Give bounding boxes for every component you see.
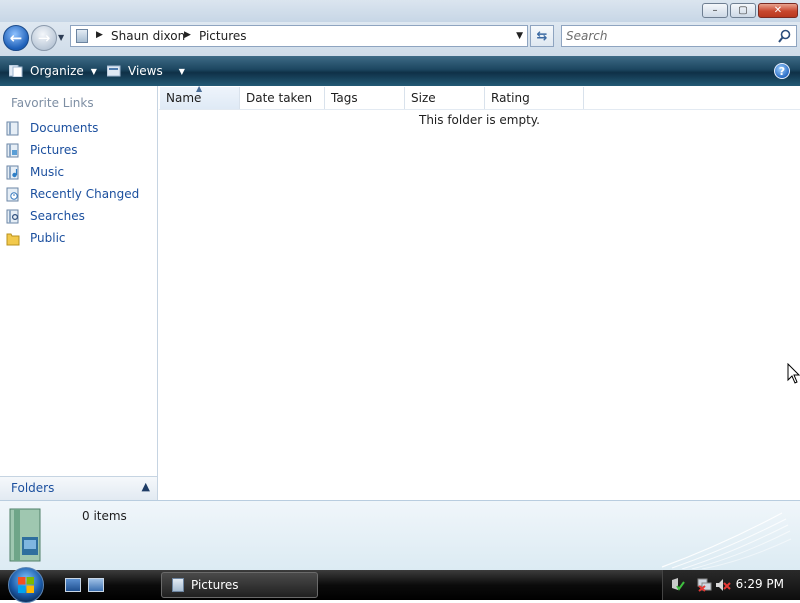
chevron-down-icon: ▼ [178,66,185,76]
address-row: ← → ▼ ▶ Shaun dixon ▶ Pictures ▼ ⇆ [0,22,800,56]
music-icon [6,165,19,179]
taskbar: Pictures 6:29 PM [0,567,800,603]
nav-item-label: Public [30,231,66,245]
breadcrumb-shaun-dixon[interactable]: Shaun dixon [111,29,185,43]
nav-item-label: Recently Changed [30,187,140,201]
search-box[interactable] [561,25,797,47]
views-button[interactable]: Views ▼ [107,56,185,86]
maximize-button[interactable]: ▢ [730,3,756,18]
window-title-bar: – ▢ ✕ [0,0,800,22]
switch-windows-icon[interactable] [88,578,104,592]
decorative-swoosh [661,512,792,569]
nav-item-label: Documents [30,121,99,135]
chevron-up-icon: ▲ [141,480,150,493]
chevron-down-icon: ▼ [90,66,97,76]
column-header-rating[interactable]: Rating [485,87,584,109]
address-bar[interactable]: ▶ Shaun dixon ▶ Pictures ▼ [70,25,528,47]
header-divider [159,109,800,110]
windows-logo-icon [18,577,34,593]
organize-icon [9,65,23,77]
nav-item-label: Pictures [30,143,78,157]
details-pane: 0 items [0,500,800,570]
organize-label: Organize [30,64,84,78]
minimize-button[interactable]: – [702,3,728,18]
empty-folder-message: This folder is empty. [419,113,540,127]
nav-item-searches[interactable]: Searches [6,206,85,226]
clock[interactable]: 6:29 PM [736,577,784,591]
sort-ascending-icon: ▲ [196,84,203,93]
close-button[interactable]: ✕ [758,3,798,18]
column-header-label: Rating [491,91,530,105]
organize-button[interactable]: Organize ▼ [9,56,97,86]
forward-arrow-icon: → [37,29,51,47]
nav-item-public[interactable]: Public [6,228,66,248]
column-header-size[interactable]: Size [405,87,485,109]
nav-item-label: Music [30,165,65,179]
column-header-tags[interactable]: Tags [325,87,405,109]
pictures-icon [6,143,19,157]
views-label: Views [128,64,163,78]
folders-toggle[interactable]: Folders ▲ [0,476,158,500]
taskbar-button-pictures[interactable]: Pictures [161,572,318,598]
column-header-date-taken[interactable]: Date taken [240,87,325,109]
window-controls: – ▢ ✕ [702,3,798,18]
help-button[interactable]: ? [774,63,790,79]
column-header-name[interactable]: ▲ Name [160,84,240,109]
back-button[interactable]: ← [3,25,29,51]
folder-icon [172,578,184,592]
folder-icon [76,29,88,43]
command-toolbar: Organize ▼ Views ▼ ? [0,56,800,86]
refresh-button[interactable]: ⇆ [530,25,554,47]
column-header-label: Size [411,91,436,105]
column-header-label: Tags [331,91,358,105]
network-icon[interactable] [697,577,713,593]
recently-changed-icon [6,187,19,201]
nav-item-label: Searches [30,209,85,223]
item-count: 0 items [82,509,127,523]
volume-muted-icon[interactable] [715,577,731,593]
file-list-pane: ▲ Name Date taken Tags Size Rating This … [159,84,800,500]
nav-item-documents[interactable]: Documents [6,118,98,138]
column-header-label: Date taken [246,91,313,105]
search-input[interactable] [566,28,766,44]
breadcrumb-separator-icon[interactable]: ▶ [184,30,191,40]
favorite-links-header: Favorite Links [11,96,94,110]
recent-pages-dropdown-icon[interactable]: ▼ [58,33,64,42]
nav-item-recently-changed[interactable]: Recently Changed [6,184,139,204]
show-desktop-icon[interactable] [65,578,81,592]
pictures-folder-large-icon [9,508,41,562]
nav-item-pictures[interactable]: Pictures [6,140,78,160]
breadcrumb-separator-icon[interactable]: ▶ [96,30,103,40]
start-button[interactable] [8,567,44,603]
column-header-label: Name [166,91,202,105]
mouse-cursor-icon [787,363,800,384]
taskbar-button-label: Pictures [191,578,239,592]
nav-item-music[interactable]: Music [6,162,64,182]
documents-icon [6,121,19,135]
searches-icon [6,209,19,223]
search-icon[interactable] [778,29,791,43]
security-shield-icon[interactable] [669,577,685,593]
refresh-icon: ⇆ [536,28,548,44]
folders-label: Folders [11,481,55,495]
views-icon [107,65,121,77]
navigation-pane: Favorite Links Documents Pictures Music [0,86,158,500]
help-icon: ? [778,64,786,78]
address-dropdown-icon[interactable]: ▼ [516,31,523,41]
breadcrumb-pictures[interactable]: Pictures [199,29,247,43]
back-arrow-icon: ← [9,29,23,47]
system-tray: 6:29 PM [662,570,800,600]
public-folder-icon [6,233,20,245]
forward-button[interactable]: → [31,25,57,51]
